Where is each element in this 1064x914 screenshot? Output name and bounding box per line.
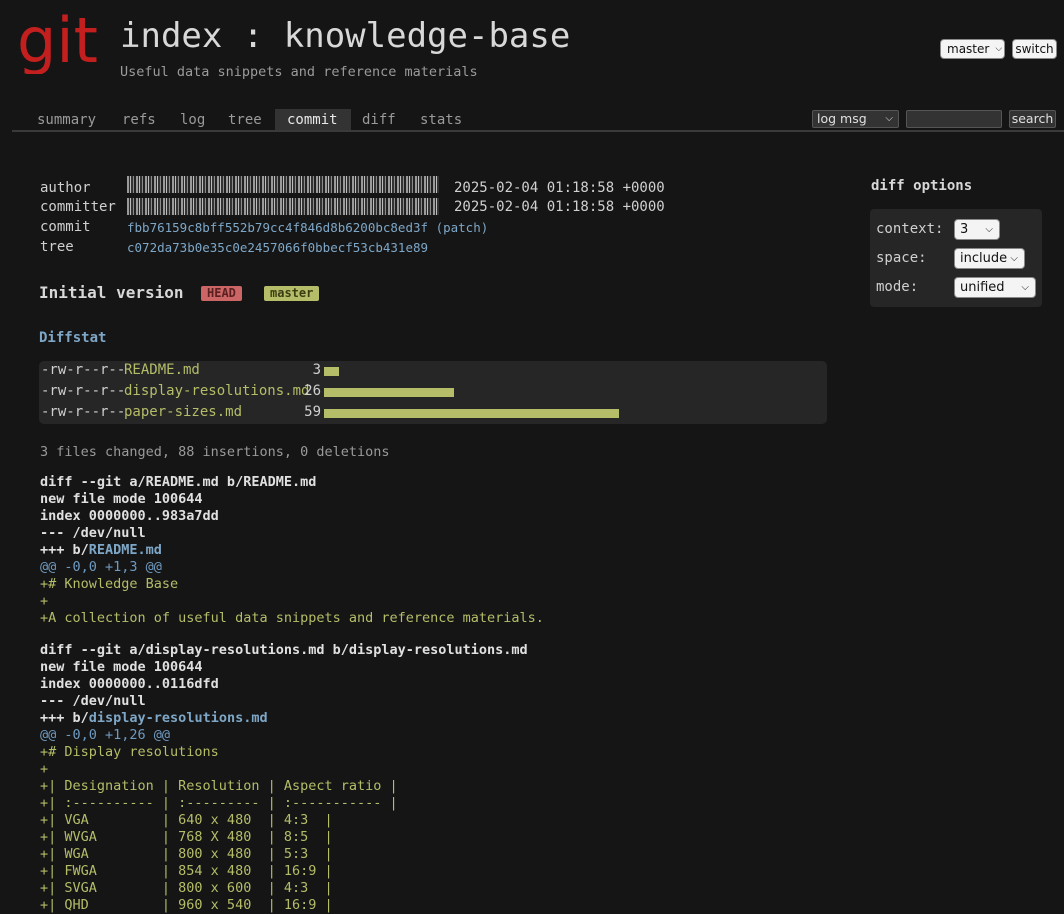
space-select[interactable]: include ⌵ bbox=[954, 248, 1025, 269]
added-line: +| SVGA | 800 x 600 | 4:3 | bbox=[40, 880, 333, 896]
diff-header-line: new file mode 100644 bbox=[40, 491, 203, 507]
context-label: context: bbox=[876, 221, 944, 237]
diffstat-summary: 3 files changed, 88 insertions, 0 deleti… bbox=[40, 444, 390, 460]
file-mode: -rw-r--r-- bbox=[41, 404, 126, 420]
added-line: +# Knowledge Base bbox=[40, 576, 179, 592]
patch-link[interactable]: (patch) bbox=[436, 220, 489, 235]
commit-hash-row: fbb76159c8bff552b79cc4f846d8b6200bc8ed3f… bbox=[127, 220, 488, 235]
diffstat-row: -rw-r--r-- README.md 3 bbox=[39, 361, 827, 382]
mode-value: unified bbox=[960, 280, 1005, 295]
diff-header-line: --- /dev/null bbox=[40, 693, 146, 709]
diff-header-line: diff --git a/README.md b/README.md bbox=[40, 474, 317, 490]
insertion-bar bbox=[324, 388, 454, 397]
commit-hash-link[interactable]: fbb76159c8bff552b79cc4f846d8b6200bc8ed3f bbox=[127, 220, 428, 235]
mode-label: mode: bbox=[876, 279, 919, 295]
context-value: 3 bbox=[960, 222, 969, 237]
hunk-header: @@ -0,0 +1,26 @@ bbox=[40, 727, 171, 743]
diff-header-line: index 0000000..0116dfd bbox=[40, 676, 219, 692]
search-scope-select[interactable]: log msg ⌵ bbox=[812, 110, 899, 128]
author-label: author bbox=[40, 180, 91, 196]
tab-tree[interactable]: tree bbox=[216, 109, 274, 130]
insertion-count: 59 bbox=[304, 404, 321, 420]
diff-header-prefix: +++ b/ bbox=[40, 710, 89, 726]
diffstat-row: -rw-r--r-- display-resolutions.md 26 bbox=[39, 382, 827, 403]
chevron-down-icon: ⌵ bbox=[1021, 282, 1029, 293]
committer-date: 2025-02-04 01:18:58 +0000 bbox=[454, 199, 665, 215]
repo-title[interactable]: index : knowledge-base bbox=[120, 16, 570, 56]
mode-select[interactable]: unified ⌵ bbox=[954, 277, 1036, 298]
diffstat-row: -rw-r--r-- paper-sizes.md 59 bbox=[39, 403, 827, 424]
tab-commit[interactable]: commit bbox=[275, 109, 351, 130]
switch-button[interactable]: switch bbox=[1012, 39, 1057, 59]
committer-redacted bbox=[127, 198, 439, 215]
branch-select[interactable]: master ⌵ bbox=[940, 39, 1005, 59]
commit-subject: Initial version bbox=[39, 283, 184, 302]
diff-header-line: +++ b/display-resolutions.md bbox=[40, 710, 840, 727]
master-ref-badge[interactable]: master bbox=[264, 286, 320, 301]
space-value: include bbox=[960, 251, 1008, 266]
git-logo-text: git bbox=[17, 14, 97, 74]
diff-header-prefix: +++ b/ bbox=[40, 542, 89, 558]
diffstat-file-link[interactable]: paper-sizes.md bbox=[124, 404, 242, 420]
diff-header-line: --- /dev/null bbox=[40, 525, 146, 541]
added-line: +| QHD | 960 x 540 | 16:9 | bbox=[40, 897, 333, 913]
file-mode: -rw-r--r-- bbox=[41, 383, 126, 399]
added-line: +| VGA | 640 x 480 | 4:3 | bbox=[40, 812, 333, 828]
search-scope-value: log msg bbox=[817, 111, 867, 126]
hunk-header: @@ -0,0 +1,3 @@ bbox=[40, 559, 162, 575]
added-line: +# Display resolutions bbox=[40, 744, 219, 760]
insertion-count: 26 bbox=[304, 383, 321, 399]
added-line: +| Designation | Resolution | Aspect rat… bbox=[40, 778, 398, 794]
tab-stats[interactable]: stats bbox=[408, 109, 474, 130]
added-line: + bbox=[40, 761, 49, 777]
diff-header-line: new file mode 100644 bbox=[40, 659, 203, 675]
author-date: 2025-02-04 01:18:58 +0000 bbox=[454, 180, 665, 196]
chevron-down-icon: ⌵ bbox=[1010, 253, 1018, 264]
diff-header-line: +++ b/README.md bbox=[40, 542, 840, 559]
diff-header-line: index 0000000..983a7dd bbox=[40, 508, 219, 524]
added-line: +| :---------- | :--------- | :---------… bbox=[40, 795, 398, 811]
commit-label: commit bbox=[40, 219, 91, 235]
added-line: +| FWGA | 854 x 480 | 16:9 | bbox=[40, 863, 333, 879]
tab-refs[interactable]: refs bbox=[110, 109, 168, 130]
diffstat-file-link[interactable]: README.md bbox=[124, 362, 200, 378]
diff-options-panel: context: 3 ⌵ space: include ⌵ mode: unif… bbox=[870, 209, 1042, 307]
file-mode: -rw-r--r-- bbox=[41, 362, 126, 378]
committer-label: committer bbox=[40, 199, 116, 215]
added-line: +A collection of useful data snippets an… bbox=[40, 610, 544, 626]
head-ref-badge[interactable]: HEAD bbox=[201, 286, 242, 301]
diffstat-table: -rw-r--r-- README.md 3 -rw-r--r-- displa… bbox=[39, 361, 827, 424]
diff-header-line: diff --git a/display-resolutions.md b/di… bbox=[40, 642, 528, 658]
tab-log[interactable]: log bbox=[168, 109, 217, 130]
chevron-down-icon: ⌵ bbox=[995, 44, 1003, 54]
tab-summary[interactable]: summary bbox=[25, 109, 108, 130]
chevron-down-icon: ⌵ bbox=[985, 224, 993, 235]
search-input[interactable] bbox=[906, 110, 1002, 128]
tree-label: tree bbox=[40, 239, 74, 255]
tab-diff[interactable]: diff bbox=[350, 109, 408, 130]
diff-options-title: diff options bbox=[871, 178, 973, 194]
added-line: +| WVGA | 768 X 480 | 8:5 | bbox=[40, 829, 333, 845]
diff-spacer bbox=[40, 627, 840, 642]
insertion-bar bbox=[324, 409, 619, 418]
branch-select-value: master bbox=[947, 42, 990, 56]
repo-description: Useful data snippets and reference mater… bbox=[120, 64, 478, 80]
insertion-count: 3 bbox=[312, 362, 321, 378]
diff-body: diff --git a/README.md b/README.md new fi… bbox=[40, 474, 840, 914]
diff-file-link[interactable]: README.md bbox=[89, 542, 162, 558]
added-line: + bbox=[40, 593, 49, 609]
tree-hash-link[interactable]: c072da73b0e35c0e2457066f0bbecf53cb431e89 bbox=[127, 240, 428, 255]
diff-file-link[interactable]: display-resolutions.md bbox=[89, 710, 268, 726]
context-select[interactable]: 3 ⌵ bbox=[954, 219, 1000, 240]
git-logo[interactable]: git bbox=[17, 4, 98, 78]
chevron-down-icon: ⌵ bbox=[885, 113, 893, 124]
search-button[interactable]: search bbox=[1009, 110, 1056, 128]
insertion-bar bbox=[324, 367, 339, 376]
added-line: +| WGA | 800 x 480 | 5:3 | bbox=[40, 846, 333, 862]
diffstat-heading: Diffstat bbox=[39, 330, 107, 346]
author-redacted bbox=[127, 176, 439, 193]
space-label: space: bbox=[876, 250, 927, 266]
